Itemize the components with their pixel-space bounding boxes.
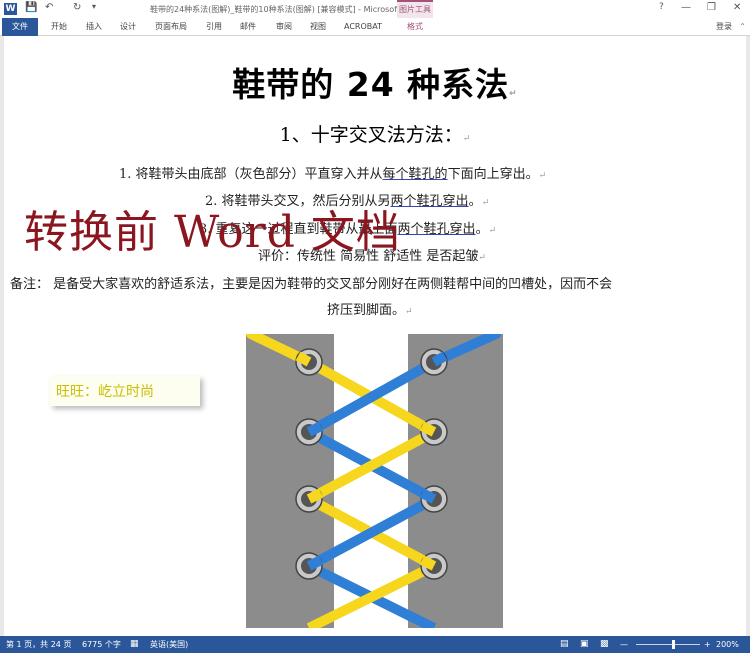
help-icon[interactable]: ? — [659, 2, 664, 12]
step-1-text[interactable]: 1. 将鞋带头由底部（灰色部分）平直穿入并从每个鞋孔的下面向上穿出。↵ — [119, 163, 546, 182]
tab-acrobat[interactable]: ACROBAT — [338, 18, 388, 36]
lace-blue-segment — [431, 351, 448, 367]
tab-file[interactable]: 文件 — [2, 18, 38, 36]
right-shoe-flap — [408, 334, 503, 628]
shop-stamp: 旺旺：屹立时尚 — [50, 376, 200, 406]
tab-mailings[interactable]: 邮件 — [234, 18, 262, 36]
paragraph-mark: ↵ — [462, 134, 471, 144]
lace-yellow-segment — [295, 351, 312, 367]
word-count[interactable]: 6775 个字 — [82, 636, 121, 653]
lace-blue-segment — [306, 421, 324, 437]
page-count[interactable]: 第 1 页，共 24 页 — [6, 636, 71, 653]
section-heading[interactable]: 1、十字交叉法方法：↵ — [0, 120, 750, 147]
restore-icon[interactable]: ❐ — [707, 2, 716, 13]
word-app-icon[interactable]: W — [4, 3, 17, 15]
status-bar: 第 1 页，共 24 页 6775 个字 ▦ 英语(美国) ▤ ▣ ▩ — + … — [0, 636, 750, 653]
watermark-overlay: 转换前 Word 文档 — [24, 207, 401, 258]
zoom-out-icon[interactable]: — — [620, 636, 628, 653]
zoom-level[interactable]: 200% — [716, 636, 739, 653]
undo-icon[interactable]: ↶ — [45, 2, 53, 13]
zoom-slider[interactable] — [636, 640, 700, 649]
lace-blue-segment — [419, 488, 437, 504]
tab-home[interactable]: 开始 — [44, 18, 74, 36]
tab-design[interactable]: 设计 — [114, 18, 142, 36]
tab-review[interactable]: 审阅 — [270, 18, 298, 36]
lace-blue-segment — [306, 555, 324, 571]
picture-tools-context-label: 图片工具 — [397, 0, 433, 18]
title-bar: W 💾 ↶ ↻ ▾ 鞋带的24种系法(图解)_鞋带的10种系法(图解) [兼容模… — [0, 0, 750, 18]
paragraph-mark: ↵ — [509, 89, 518, 99]
redo-icon[interactable]: ↻ — [73, 2, 81, 13]
collapse-ribbon-icon[interactable]: ⌃ — [739, 18, 746, 36]
web-layout-icon[interactable]: ▩ — [600, 636, 609, 653]
close-icon[interactable]: ✕ — [733, 2, 741, 13]
read-mode-icon[interactable]: ▤ — [560, 636, 569, 653]
zoom-in-icon[interactable]: + — [704, 636, 711, 653]
zoom-slider-thumb[interactable] — [672, 640, 675, 649]
tab-references[interactable]: 引用 — [200, 18, 228, 36]
note-line-1[interactable]: 备注： 是备受大家喜欢的舒适系法，主要是因为鞋带的交叉部分刚好在两侧鞋帮中间的凹… — [10, 273, 612, 292]
tab-page-layout[interactable]: 页面布局 — [150, 18, 192, 36]
document-title[interactable]: 鞋带的 24 种系法↵ — [0, 58, 750, 106]
lace-yellow-segment — [419, 555, 437, 571]
lace-yellow-segment — [306, 488, 324, 504]
tab-format[interactable]: 格式 — [398, 18, 432, 36]
customize-qat-icon[interactable]: ▾ — [92, 2, 96, 11]
document-canvas[interactable]: 鞋带的 24 种系法↵ 1、十字交叉法方法：↵ 1. 将鞋带头由底部（灰色部分）… — [0, 36, 750, 636]
save-icon[interactable]: 💾 — [25, 2, 37, 13]
note-line-2[interactable]: 挤压到脚面。↵ — [327, 299, 413, 318]
proofing-icon[interactable]: ▦ — [130, 636, 139, 653]
print-layout-icon[interactable]: ▣ — [580, 636, 589, 653]
left-shoe-flap — [246, 334, 334, 628]
minimize-icon[interactable]: — — [681, 2, 691, 13]
tab-insert[interactable]: 插入 — [80, 18, 108, 36]
window-title: 鞋带的24种系法(图解)_鞋带的10种系法(图解) [兼容模式] - Micro… — [150, 5, 424, 14]
language-indicator[interactable]: 英语(美国) — [150, 636, 188, 653]
lace-yellow-segment — [419, 421, 437, 437]
tab-view[interactable]: 视图 — [304, 18, 332, 36]
sign-in-link[interactable]: 登录 — [716, 18, 732, 36]
shoelace-illustration[interactable] — [246, 334, 503, 628]
ribbon-tab-bar: 文件 开始 插入 设计 页面布局 引用 邮件 审阅 视图 ACROBAT 格式 … — [0, 18, 750, 36]
